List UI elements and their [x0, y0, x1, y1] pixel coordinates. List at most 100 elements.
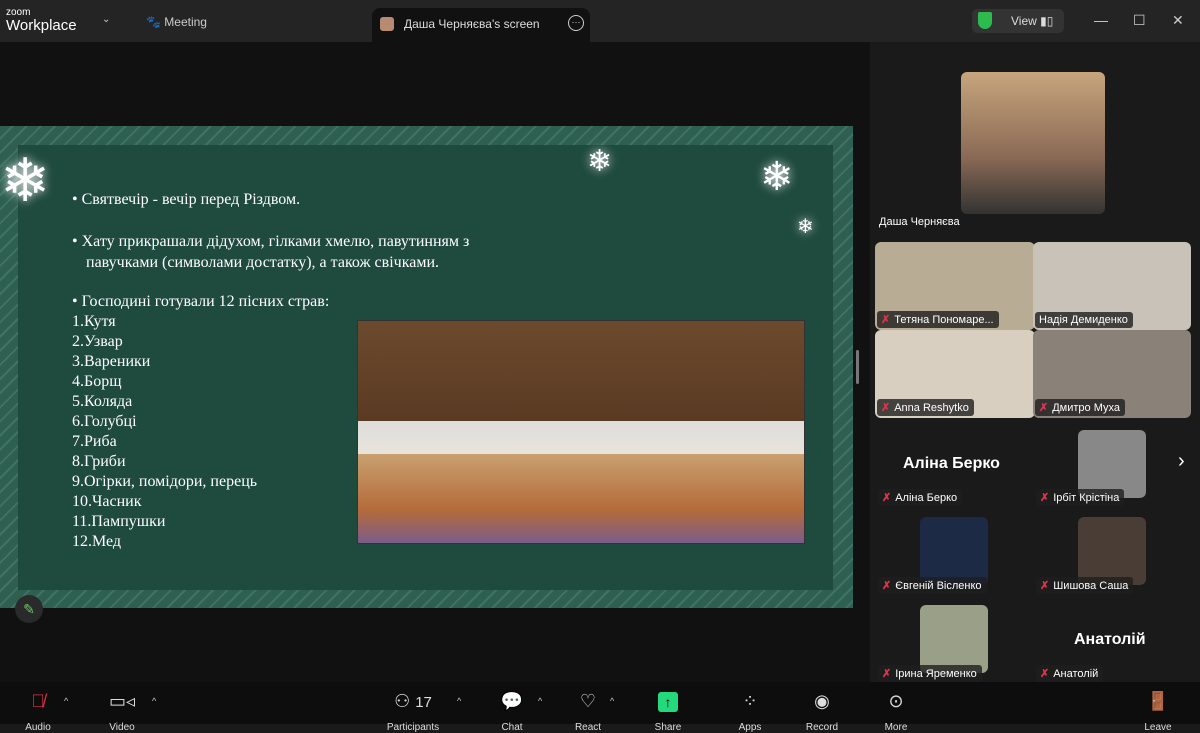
participant-name: Anna Reshytko [894, 402, 969, 414]
chat-options-caret[interactable]: ^ [538, 696, 542, 706]
screen-tab-label: Даша Черняєва's screen [404, 17, 540, 31]
video-tile[interactable]: ✗ Тетяна Пономаре... [875, 242, 1035, 330]
christmas-eve-painting [357, 320, 805, 544]
dish: 7.Риба [72, 433, 117, 450]
participant-name: Дмитро Муха [1052, 402, 1120, 414]
dish: 10.Часник [72, 493, 142, 510]
meeting-tab[interactable]: 🐾 Meeting [146, 15, 207, 29]
bullet-text: Святвечір - вечір перед Різдвом. [81, 191, 301, 208]
video-tile[interactable]: ✗ Дмитро Муха [1033, 330, 1191, 418]
avatar [380, 17, 394, 31]
chat-icon: 💬 [500, 691, 524, 711]
dish: 12.Мед [72, 533, 122, 550]
zoom-logo: zoom Workplace [6, 8, 77, 34]
video-tile[interactable] [1078, 517, 1146, 585]
bullet-text: Господині готували 12 пісних страв: [81, 293, 330, 310]
mic-muted-icon: ✗ [1040, 492, 1050, 504]
share-icon: ↑ [638, 688, 698, 714]
more-button[interactable]: ⊙ More [866, 688, 926, 733]
dish: 8.Гриби [72, 453, 126, 470]
mic-muted-icon: 🎙̸ [31, 691, 45, 711]
next-page-arrow-icon[interactable]: › [1178, 450, 1185, 473]
title-bar: zoom Workplace ⌄ 🐾 Meeting Даша Черняєва'… [0, 0, 1200, 42]
video-button[interactable]: ▭◃ Video [92, 688, 152, 733]
leave-icon: 🚪 [1146, 691, 1170, 711]
annotate-pen-icon[interactable]: ✎ [15, 595, 43, 623]
participant-name: Анатолій [1053, 668, 1099, 680]
participant-name: Ірбіт Крістіна [1053, 492, 1120, 504]
logo-big: Workplace [6, 17, 77, 34]
audio-button[interactable]: 🎙̸ Audio [8, 688, 68, 733]
video-tile[interactable] [920, 605, 988, 673]
more-icon[interactable]: ··· [568, 15, 584, 31]
mic-muted-icon: ✗ [882, 492, 892, 504]
bullet: • Святвечір - вечір перед Різдвом. [72, 191, 301, 208]
record-button[interactable]: ◉ Record [792, 688, 852, 733]
dish-list: 1.Кутя 2.Узвар 3.Вареники 4.Борщ 5.Коляд… [72, 312, 257, 552]
maximize-button[interactable]: ☐ [1133, 12, 1146, 29]
share-button[interactable]: ↑ Share [638, 688, 698, 733]
participant-name-placeholder: Анатолій [1074, 631, 1146, 648]
audio-options-caret[interactable]: ^ [64, 696, 68, 706]
video-tile[interactable] [920, 517, 988, 585]
dish: 3.Вареники [72, 353, 151, 370]
snowflake-icon: ❄ [0, 147, 51, 214]
dish: 1.Кутя [72, 313, 116, 330]
react-options-caret[interactable]: ^ [610, 696, 614, 706]
video-tile-presenter[interactable] [961, 72, 1105, 214]
mic-muted-icon: ✗ [882, 668, 892, 680]
mic-muted-icon: ✗ [881, 402, 891, 414]
bullet-text: Хату прикрашали дідухом, гілками хмелю, … [81, 233, 470, 250]
dish: 6.Голубці [72, 413, 137, 430]
snowflake-icon: ❄ [797, 216, 814, 238]
view-label: View [1011, 14, 1037, 28]
participant-name: Тетяна Пономаре... [894, 314, 994, 326]
meeting-label: Meeting [164, 15, 207, 29]
more-icon: ⊙ [888, 691, 904, 711]
chat-button[interactable]: 💬 Chat [482, 688, 542, 733]
screen-share-tab[interactable]: Даша Черняєва's screen ··· [372, 8, 590, 42]
view-button[interactable]: View ▮▯ [972, 9, 1064, 33]
people-icon: 🐾 [146, 15, 165, 29]
dish: 5.Коляда [72, 393, 133, 410]
participants-button[interactable]: ⚇ 17 Participants [382, 688, 444, 733]
participants-icon: ⚇ 17 [394, 691, 432, 711]
participant-name-placeholder: Аліна Берко [903, 455, 1000, 472]
minimize-button[interactable]: — [1094, 12, 1108, 28]
mic-muted-icon: ✗ [881, 314, 891, 326]
apps-button[interactable]: ⁘ Apps [720, 688, 780, 733]
participant-name: Аліна Берко [895, 492, 958, 504]
presenter-name: Даша Черняєва [879, 216, 960, 228]
participant-name: Євгеній Вісленко [895, 580, 982, 592]
resize-handle[interactable] [856, 350, 859, 384]
heart-icon: ♡ [579, 691, 597, 711]
dish: 11.Пампушки [72, 513, 166, 530]
mic-muted-icon: ✗ [882, 580, 892, 592]
video-tile[interactable]: ✗ Anna Reshytko [875, 330, 1035, 418]
participants-count: 17 [415, 694, 432, 711]
apps-icon: ⁘ [742, 691, 758, 711]
bullet: • Хату прикрашали дідухом, гілками хмелю… [72, 233, 470, 250]
leave-button[interactable]: 🚪 Leave [1128, 688, 1188, 733]
react-button[interactable]: ♡ React [558, 688, 618, 733]
mic-muted-icon: ✗ [1040, 668, 1050, 680]
shield-icon [978, 12, 992, 29]
meeting-toolbar: 🎙̸ Audio ^ ▭◃ Video ^ ⚇ 17 Participants ^ 💬… [0, 682, 1200, 733]
video-options-caret[interactable]: ^ [152, 696, 156, 706]
dish: 9.Огірки, помідори, перець [72, 473, 258, 490]
participants-options-caret[interactable]: ^ [457, 696, 461, 706]
video-tile[interactable] [1078, 430, 1146, 498]
mic-muted-icon: ✗ [1040, 580, 1050, 592]
close-button[interactable]: ✕ [1172, 12, 1184, 29]
camera-icon: ▭◃ [108, 691, 136, 711]
snowflake-icon: ❄ [587, 145, 613, 178]
layout-icon: ▮▯ [1040, 14, 1054, 28]
participant-name: Ірина Яременко [895, 668, 977, 680]
dish: 2.Узвар [72, 333, 123, 350]
participant-name: Шишова Саша [1053, 580, 1129, 592]
chevron-down-icon[interactable]: ⌄ [102, 14, 110, 25]
mic-muted-icon: ✗ [1039, 402, 1049, 414]
video-tile[interactable]: Надія Демиденко [1033, 242, 1191, 330]
bullet-text: павучками (символами достатку), а також … [86, 254, 440, 271]
dish: 4.Борщ [72, 373, 122, 390]
